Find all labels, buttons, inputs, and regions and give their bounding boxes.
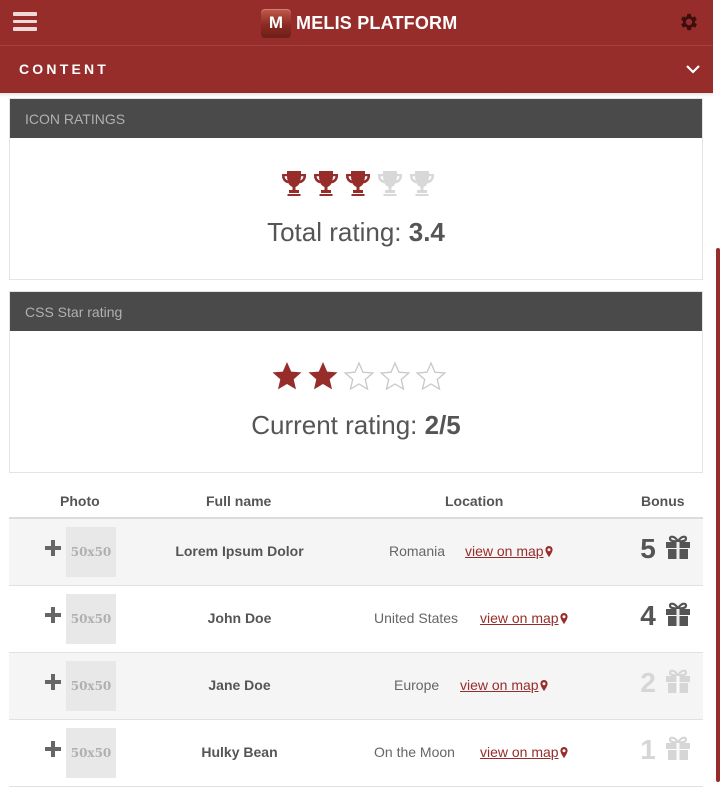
- column-header-photo: Photo: [60, 493, 100, 509]
- trophy-rating[interactable]: [278, 169, 438, 202]
- star-icon[interactable]: [413, 360, 449, 397]
- rating-label: Current rating:: [251, 410, 418, 440]
- full-name: Lorem Ipsum Dolor: [175, 543, 304, 559]
- photo-placeholder: 50x50: [66, 661, 116, 711]
- trophy-icon[interactable]: [374, 169, 406, 202]
- bonus-value: 1: [640, 734, 656, 765]
- trophy-icon[interactable]: [310, 169, 342, 202]
- gear-icon[interactable]: [678, 11, 700, 33]
- location: United States: [374, 610, 459, 626]
- map-marker-icon: [544, 546, 553, 557]
- photo-placeholder: 50x50: [66, 728, 116, 778]
- map-link-label: view on map: [480, 610, 559, 626]
- location: Romania: [389, 543, 446, 559]
- bonus-value: 5: [640, 533, 656, 564]
- column-header-location: Location: [445, 493, 504, 509]
- expand-row-icon[interactable]: [45, 741, 61, 757]
- people-table: Photo Full name Location Bonus 50x50 Lore…: [9, 485, 703, 787]
- melis-logo-icon: M: [261, 8, 291, 38]
- section-label: CONTENT: [19, 61, 110, 77]
- full-name: John Doe: [207, 610, 272, 626]
- gift-icon: [659, 534, 692, 565]
- star-icon[interactable]: [377, 360, 413, 397]
- star-icon[interactable]: [341, 360, 377, 397]
- gift-icon: [659, 601, 692, 632]
- content-section-bar[interactable]: CONTENT: [0, 45, 713, 93]
- bonus: 4: [637, 600, 692, 632]
- table-row[interactable]: 50x50 Hulky Bean On the Moon view on map 1: [9, 720, 703, 787]
- column-header-full-name: Full name: [206, 493, 272, 509]
- top-navbar: M MELIS PLATFORM: [0, 0, 713, 45]
- trophy-icon[interactable]: [278, 169, 310, 202]
- total-rating-text: Total rating: 3.4: [10, 217, 702, 248]
- map-marker-icon: [559, 747, 568, 758]
- photo-placeholder: 50x50: [66, 527, 116, 577]
- table-row[interactable]: 50x50 John Doe United States view on map 4: [9, 586, 703, 653]
- trophy-icon[interactable]: [406, 169, 438, 202]
- star-rating[interactable]: [269, 360, 449, 397]
- bonus: 5: [637, 533, 692, 565]
- css-star-rating-panel: CSS Star rating Current rating: 2/5: [9, 291, 703, 473]
- map-link-label: view on map: [460, 677, 539, 693]
- bonus-value: 4: [640, 600, 656, 631]
- location: Europe: [394, 677, 440, 693]
- table-header: Photo Full name Location Bonus: [9, 485, 703, 519]
- rating-label: Total rating:: [267, 217, 402, 247]
- expand-row-icon[interactable]: [45, 607, 61, 623]
- app-title: MELIS PLATFORM: [296, 12, 458, 33]
- map-link-label: view on map: [480, 744, 559, 760]
- star-icon[interactable]: [269, 360, 305, 397]
- scrollbar[interactable]: [716, 248, 720, 782]
- table-row[interactable]: 50x50 Lorem Ipsum Dolor Romania view on map…: [9, 519, 703, 586]
- map-marker-icon: [559, 613, 568, 624]
- expand-row-icon[interactable]: [45, 674, 61, 690]
- view-on-map-link[interactable]: view on map: [480, 744, 568, 760]
- rating-value: 3.4: [408, 217, 445, 247]
- divider: [0, 93, 713, 97]
- brand[interactable]: M MELIS PLATFORM: [261, 8, 457, 38]
- table-row[interactable]: 50x50 Jane Doe Europe view on map 2: [9, 653, 703, 720]
- chevron-down-icon[interactable]: [685, 63, 701, 75]
- bonus: 2: [637, 667, 692, 699]
- bonus: 1: [637, 734, 692, 766]
- trophy-icon[interactable]: [342, 169, 374, 202]
- view-on-map-link[interactable]: view on map: [480, 610, 568, 626]
- map-link-label: view on map: [465, 543, 544, 559]
- view-on-map-link[interactable]: view on map: [465, 543, 553, 559]
- hamburger-menu-icon[interactable]: [13, 11, 37, 31]
- star-icon[interactable]: [305, 360, 341, 397]
- gift-icon: [659, 668, 692, 699]
- view-on-map-link[interactable]: view on map: [460, 677, 548, 693]
- full-name: Hulky Bean: [201, 744, 278, 760]
- panel-title: ICON RATINGS: [10, 99, 702, 138]
- panel-title: CSS Star rating: [10, 292, 702, 331]
- column-header-bonus: Bonus: [641, 493, 685, 509]
- map-marker-icon: [539, 680, 548, 691]
- expand-row-icon[interactable]: [45, 540, 61, 556]
- photo-placeholder: 50x50: [66, 594, 116, 644]
- rating-value: 2/5: [424, 410, 461, 440]
- current-rating-text: Current rating: 2/5: [10, 410, 702, 441]
- bonus-value: 2: [640, 667, 656, 698]
- location: On the Moon: [374, 744, 455, 760]
- icon-ratings-panel: ICON RATINGS Total rating: 3.4: [9, 98, 703, 280]
- gift-icon: [659, 735, 692, 766]
- full-name: Jane Doe: [208, 677, 271, 693]
